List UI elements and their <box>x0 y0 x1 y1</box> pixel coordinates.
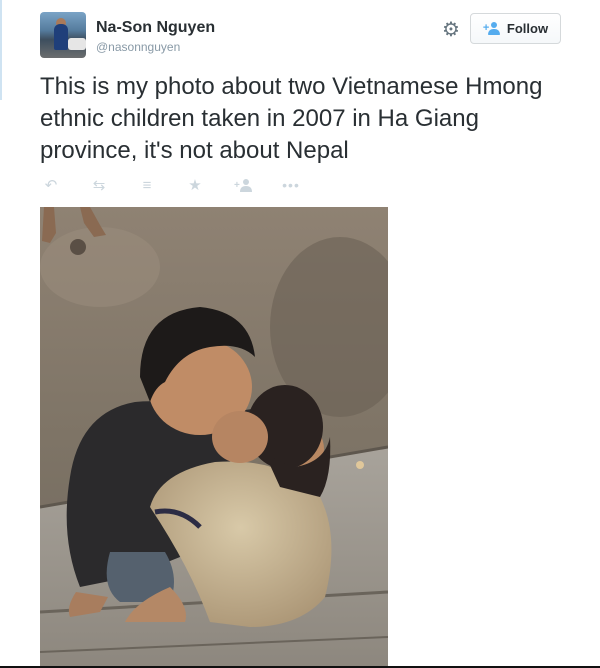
tweet-text: This is my photo about two Vietnamese Hm… <box>40 73 543 164</box>
avatar[interactable] <box>40 12 86 58</box>
star-icon[interactable]: ★ <box>184 176 206 194</box>
author-name[interactable]: Na-Son Nguyen <box>96 19 215 37</box>
add-user-icon[interactable]: + <box>232 176 254 194</box>
tweet-card: Na-Son Nguyen @nasonnguyen ⚙ + Follow Th… <box>0 0 600 668</box>
add-user-icon: + <box>483 21 503 36</box>
author-handle[interactable]: @nasonnguyen <box>96 40 180 54</box>
tweet-actions: ↶ ⇆ ≡ ★ + ••• <box>40 175 328 195</box>
gear-icon[interactable]: ⚙ <box>440 18 462 41</box>
retweet-icon[interactable]: ⇆ <box>88 176 110 194</box>
follow-button-label: Follow <box>506 21 549 36</box>
tweet-photo[interactable] <box>40 207 388 668</box>
svg-text:+: + <box>234 180 240 191</box>
buffer-stack-icon[interactable]: ≡ <box>136 176 158 194</box>
more-dots-icon[interactable]: ••• <box>280 176 302 194</box>
reply-icon[interactable]: ↶ <box>40 176 62 194</box>
follow-button[interactable]: + Follow <box>470 13 561 44</box>
photo-children-illustration <box>40 207 388 668</box>
